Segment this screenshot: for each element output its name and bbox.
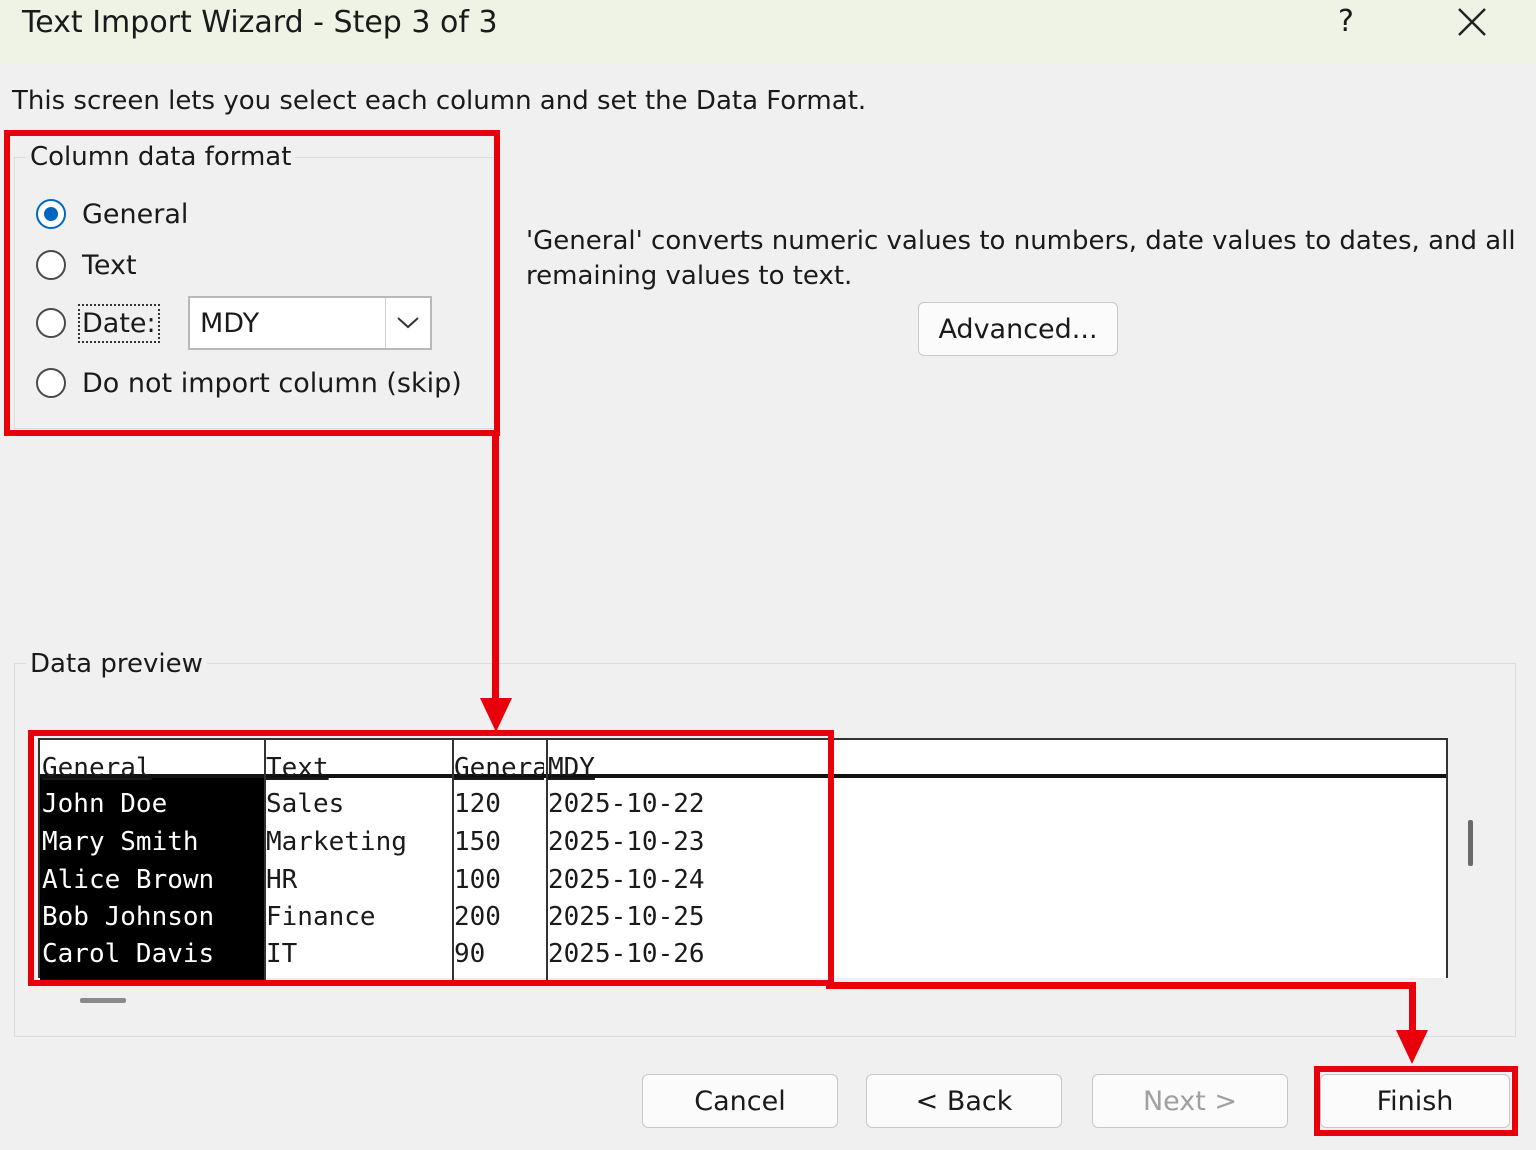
preview-cell: Bob Johnson: [42, 902, 215, 932]
radio-skip[interactable]: Do not import column (skip): [36, 363, 462, 403]
title-bar: Text Import Wizard - Step 3 of 3 ?: [0, 0, 1536, 64]
window-title: Text Import Wizard - Step 3 of 3: [22, 5, 498, 40]
data-preview-label: Data preview: [26, 649, 207, 679]
preview-cell: Finance: [266, 902, 376, 932]
preview-cell: 2025-10-24: [548, 865, 705, 895]
data-preview-table[interactable]: General Text General MDY John Doe Sales …: [38, 738, 1448, 980]
preview-header-general-2[interactable]: General: [454, 750, 544, 786]
radio-date-label: Date:: [78, 303, 160, 343]
cancel-button[interactable]: Cancel: [642, 1074, 838, 1128]
radio-skip-button[interactable]: [36, 368, 66, 398]
radio-date[interactable]: Date:: [36, 303, 160, 343]
radio-date-button[interactable]: [36, 308, 66, 338]
help-button[interactable]: ?: [1338, 4, 1354, 39]
format-description: 'General' converts numeric values to num…: [526, 226, 1516, 291]
radio-general[interactable]: General: [36, 194, 188, 234]
column-format-label: Column data format: [26, 142, 296, 172]
preview-cell: Marketing: [266, 827, 407, 857]
next-button[interactable]: Next >: [1092, 1074, 1288, 1128]
preview-cell: Sales: [266, 789, 345, 819]
preview-cell: Carol Davis: [42, 939, 215, 969]
preview-cell: 120: [454, 789, 501, 819]
preview-cell: 100: [454, 865, 501, 895]
radio-text-label: Text: [82, 249, 137, 281]
preview-cell: 2025-10-26: [548, 939, 705, 969]
preview-cell: John Doe: [42, 789, 168, 819]
close-button[interactable]: [1452, 2, 1492, 42]
preview-cell: 90: [454, 939, 486, 969]
radio-skip-label: Do not import column (skip): [82, 367, 462, 399]
close-icon: [1458, 8, 1486, 36]
preview-header-mdy[interactable]: MDY: [548, 750, 828, 786]
radio-general-label: General: [82, 198, 189, 230]
preview-cell: 200: [454, 902, 501, 932]
radio-text[interactable]: Text: [36, 245, 137, 285]
intro-text: This screen lets you select each column …: [12, 86, 867, 116]
horizontal-scrollbar[interactable]: [80, 998, 126, 1003]
preview-header-general[interactable]: General: [42, 750, 262, 786]
preview-cell: Alice Brown: [42, 865, 215, 895]
back-button[interactable]: < Back: [866, 1074, 1062, 1128]
radio-text-button[interactable]: [36, 250, 66, 280]
preview-cell: 2025-10-22: [548, 789, 705, 819]
date-format-value: MDY: [200, 308, 260, 339]
preview-header-text[interactable]: Text: [266, 750, 450, 786]
date-format-select[interactable]: MDY: [188, 296, 432, 350]
annotation-connector: [492, 430, 499, 700]
preview-cell: Mary Smith: [42, 827, 199, 857]
vertical-scrollbar[interactable]: [1468, 820, 1473, 866]
finish-button[interactable]: Finish: [1320, 1074, 1510, 1128]
preview-cell: 150: [454, 827, 501, 857]
preview-cell: HR: [266, 865, 298, 895]
preview-cell: 2025-10-25: [548, 902, 705, 932]
chevron-down-icon[interactable]: [385, 298, 430, 348]
preview-cell: IT: [266, 939, 298, 969]
radio-general-button[interactable]: [36, 199, 66, 229]
preview-cell: 2025-10-23: [548, 827, 705, 857]
advanced-button[interactable]: Advanced...: [918, 302, 1118, 356]
